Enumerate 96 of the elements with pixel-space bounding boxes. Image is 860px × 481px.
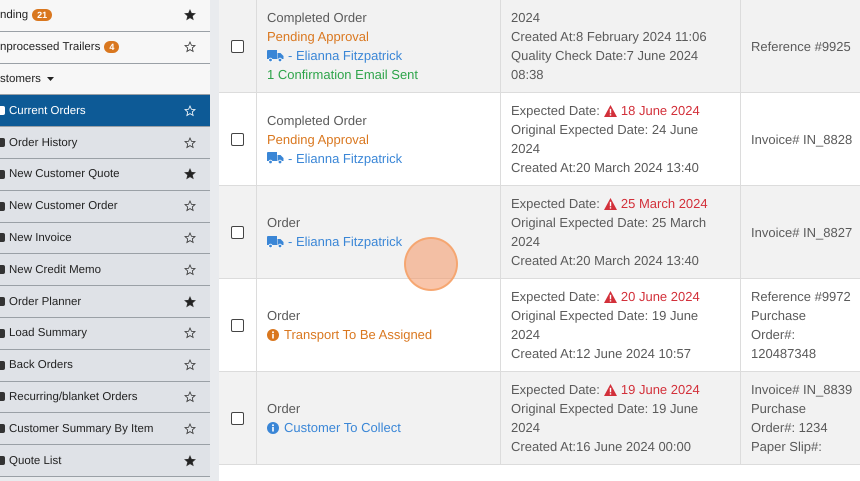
count-badge: 21 bbox=[32, 9, 52, 22]
order-type: Completed Order bbox=[267, 9, 368, 27]
date-value: 25 March 2024 bbox=[604, 194, 708, 213]
date-line: 2024 bbox=[511, 9, 541, 27]
date-label: Expected Date: bbox=[511, 288, 600, 306]
sidebar-item[interactable]: Order History bbox=[0, 127, 210, 159]
star-icon[interactable] bbox=[184, 264, 196, 276]
menu-item-icon bbox=[0, 106, 5, 116]
star-icon[interactable] bbox=[184, 327, 196, 340]
truck-icon bbox=[267, 236, 284, 248]
email-note: 1 Confirmation Email Sent bbox=[267, 66, 420, 84]
date-label: Expected Date: bbox=[511, 195, 600, 213]
star-icon[interactable] bbox=[184, 232, 196, 244]
menu-item-icon bbox=[0, 138, 5, 148]
sidebar-item[interactable]: New Invoice bbox=[0, 222, 210, 254]
warning-icon bbox=[604, 104, 617, 116]
row-checkbox[interactable] bbox=[231, 40, 244, 52]
sidebar-item[interactable]: Order Planner bbox=[0, 286, 210, 318]
star-icon[interactable] bbox=[184, 41, 196, 54]
date-line: Created At:20 March 2024 13:40 bbox=[511, 159, 700, 177]
info-icon bbox=[267, 328, 279, 340]
date-line: Original Expected Date: 19 June 2024 bbox=[511, 307, 700, 344]
menu-item-icon bbox=[0, 328, 5, 338]
date-label: Expected Date: bbox=[511, 102, 600, 120]
sidebar-item[interactable]: Recurring/blanket Orders bbox=[0, 382, 210, 414]
reference-line: Reference #9972 bbox=[751, 288, 852, 306]
star-icon[interactable] bbox=[184, 9, 196, 22]
star-icon[interactable] bbox=[184, 359, 196, 372]
row-checkbox[interactable] bbox=[231, 132, 244, 146]
row-checkbox[interactable] bbox=[231, 412, 244, 424]
caret-icon bbox=[46, 76, 54, 81]
order-type: Completed Order bbox=[267, 112, 368, 130]
order-type: Order bbox=[267, 214, 302, 232]
order-status: Customer To Collect bbox=[267, 418, 490, 437]
star-icon[interactable] bbox=[184, 200, 196, 212]
star-icon[interactable] bbox=[184, 422, 196, 435]
order-type: Order bbox=[267, 400, 302, 418]
sidebar-item[interactable]: nprocessed Trailers 4 bbox=[0, 32, 210, 64]
menu-item-icon bbox=[0, 233, 5, 242]
star-icon[interactable] bbox=[184, 390, 196, 403]
date-line: Created At:12 June 2024 10:57 bbox=[511, 345, 692, 363]
date-line: Original Expected Date: 24 June 2024 bbox=[511, 121, 700, 158]
reference-line: Paper Slip#: bbox=[751, 438, 823, 456]
driver-link[interactable]: - Elianna Fitzpatrick bbox=[288, 148, 402, 168]
sidebar-item[interactable]: Load Summary bbox=[0, 318, 210, 350]
sidebar-item[interactable]: Customer Summary By Item bbox=[0, 413, 210, 446]
warning-icon bbox=[604, 384, 617, 396]
reference-line: Invoice# IN_8839 bbox=[751, 381, 852, 399]
star-icon[interactable] bbox=[184, 168, 196, 180]
menu-item-icon bbox=[0, 202, 5, 211]
sidebar-item[interactable]: Current Orders bbox=[0, 95, 210, 128]
menu-item-icon bbox=[0, 456, 5, 466]
sidebar-item[interactable]: Back Orders bbox=[0, 350, 210, 382]
date-line: Quality Check Date:7 June 2024 08:38 bbox=[511, 47, 700, 84]
reference-line: Reference #9925 bbox=[751, 38, 852, 56]
date-line: Original Expected Date: 25 March 2024 bbox=[511, 214, 708, 251]
sidebar-item[interactable]: nding 21 bbox=[0, 0, 210, 32]
truck-icon bbox=[267, 152, 284, 164]
order-status: Transport To Be Assigned bbox=[267, 325, 490, 344]
reference-line: Invoice# IN_8827 bbox=[751, 224, 852, 242]
reference-line: Invoice# IN_8828 bbox=[751, 130, 852, 148]
truck-icon bbox=[267, 50, 284, 62]
order-status: Pending Approval bbox=[267, 28, 370, 46]
star-icon[interactable] bbox=[184, 296, 196, 308]
row-checkbox[interactable] bbox=[231, 318, 244, 332]
sidebar-item[interactable]: New Customer Order bbox=[0, 190, 210, 223]
row-checkbox[interactable] bbox=[231, 226, 244, 238]
star-icon[interactable] bbox=[184, 454, 196, 467]
reference-line: Purchase Order#: 120487348 bbox=[751, 307, 818, 363]
date-line: Created At:16 June 2024 00:00 bbox=[511, 438, 692, 456]
menu-item-icon bbox=[0, 170, 5, 179]
warning-icon bbox=[604, 198, 617, 210]
sidebar-item[interactable]: New Credit Memo bbox=[0, 254, 210, 286]
menu-item-icon bbox=[0, 360, 5, 370]
sidebar-item[interactable]: New Customer Quote bbox=[0, 158, 210, 191]
sidebar-section-header[interactable]: stomers bbox=[0, 64, 210, 96]
menu-item-icon bbox=[0, 265, 5, 274]
warning-icon bbox=[604, 290, 617, 302]
date-value: 20 June 2024 bbox=[604, 287, 700, 306]
menu-item-icon bbox=[0, 392, 5, 402]
date-line: Original Expected Date: 19 June 2024 bbox=[511, 400, 700, 437]
date-line: Created At:20 March 2024 13:40 bbox=[511, 252, 700, 270]
info-icon bbox=[267, 422, 279, 434]
sidebar-item[interactable]: Quote List bbox=[0, 445, 210, 477]
menu-item-icon bbox=[0, 297, 5, 306]
click-indicator bbox=[404, 237, 458, 291]
order-type: Order bbox=[267, 307, 302, 325]
count-badge: 4 bbox=[104, 41, 120, 54]
date-value: 19 June 2024 bbox=[604, 380, 700, 399]
date-value: 18 June 2024 bbox=[604, 101, 700, 120]
date-label: Expected Date: bbox=[511, 381, 600, 399]
date-line: Created At:8 February 2024 11:06 bbox=[511, 28, 708, 46]
star-icon[interactable] bbox=[184, 136, 196, 149]
menu-item-icon bbox=[0, 424, 5, 434]
reference-line: Purchase Order#: 1234 bbox=[751, 400, 829, 437]
order-status: Pending Approval bbox=[267, 130, 370, 148]
